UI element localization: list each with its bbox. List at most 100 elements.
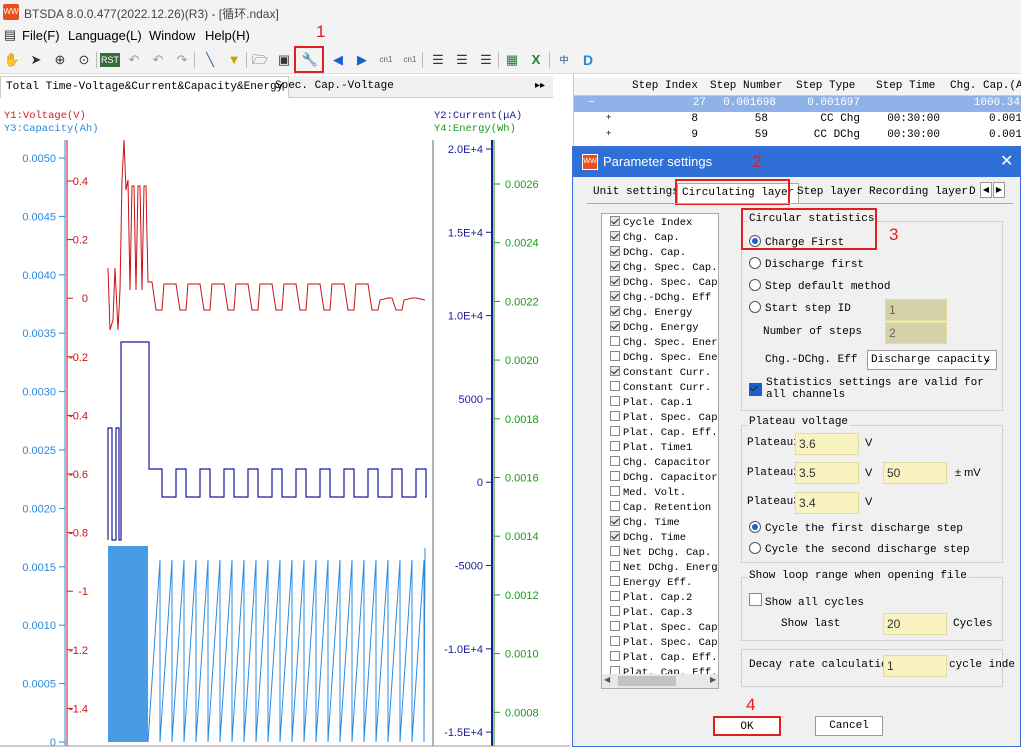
rst-icon[interactable]: RST [100, 53, 120, 67]
parameter-checkbox[interactable]: DChg. Capacitor [610, 471, 718, 486]
list-icon[interactable]: ☰ [476, 50, 496, 70]
pen-icon[interactable]: ╲ [200, 50, 220, 70]
parameter-checkbox[interactable]: Plat. Cap.1 [610, 396, 718, 411]
plateau3-input[interactable]: 3.4 [795, 492, 859, 514]
zoom-area-icon[interactable]: ⊙ [74, 50, 94, 70]
plateau2-mv-input[interactable]: 50 [883, 462, 947, 484]
close-icon[interactable]: ✕ [1000, 151, 1013, 171]
step-grid[interactable]: Step Index Step Number Step Type Step Ti… [573, 74, 1021, 147]
parameter-checkbox[interactable]: Med. Volt. [610, 486, 718, 501]
parameter-checkbox[interactable]: Plat. Spec. Cap.3 [610, 636, 718, 651]
filter-icon[interactable]: ▼ [224, 50, 244, 70]
parameter-checkbox[interactable]: DChg. Spec. Energy [610, 351, 718, 366]
tab-d[interactable]: D [965, 183, 980, 203]
num-steps-input[interactable]: 2 [885, 322, 947, 344]
tab-scroll-left[interactable]: ◀ [980, 182, 992, 198]
parameter-checkbox[interactable]: Plat. Spec. Cap.1 [610, 411, 718, 426]
all-channels-checkbox[interactable]: Statistics settings are valid for all ch… [749, 377, 989, 401]
table-row[interactable]: + 9 59 CC DChg 00:30:00 0.001 [574, 128, 1021, 144]
parameter-checkbox[interactable]: Plat. Time1 [610, 441, 718, 456]
parameter-checkbox[interactable]: Chg. Spec. Cap. [610, 261, 718, 276]
show-all-cycles-checkbox[interactable]: Show all cycles [749, 593, 864, 609]
parameter-checkbox[interactable]: Constant Curr. DChg [610, 381, 718, 396]
menu-language[interactable]: Language(L) [68, 28, 142, 43]
undo-icon[interactable]: ↶ [124, 50, 144, 70]
parameter-checkbox[interactable]: Chg. Cap. [610, 231, 718, 246]
radio-start-step-id[interactable]: Start step ID [749, 301, 851, 315]
arrow-left-icon[interactable]: ◀ [328, 50, 348, 70]
chart-area[interactable]: Y1:Voltage(V) Y3:Capacity(Ah) Y2:Current… [0, 98, 570, 747]
plateau1-input[interactable]: 3.6 [795, 433, 859, 455]
tab-step-layer[interactable]: Step layer [793, 183, 867, 203]
radio-cycle-first-discharge[interactable]: Cycle the first discharge step [749, 521, 963, 535]
table-row[interactable]: − 27 0.001698 0.001697 1000.34 [574, 96, 1021, 112]
parameter-checkbox[interactable]: Chg. Energy [610, 306, 718, 321]
cancel-button[interactable]: Cancel [815, 716, 883, 736]
decay-input[interactable]: 1 [883, 655, 947, 677]
parameter-checkbox[interactable]: DChg. Spec. Cap. [610, 276, 718, 291]
parameter-checkbox[interactable]: Plat. Cap. Eff.1 [610, 426, 718, 441]
menu-help[interactable]: Help(H) [205, 28, 250, 43]
excel-icon[interactable]: ▦ [502, 50, 522, 70]
col-step-time[interactable]: Step Time [876, 80, 944, 92]
parameter-checkbox[interactable]: Plat. Cap.2 [610, 591, 718, 606]
redo-icon[interactable]: ↷ [172, 50, 192, 70]
cn1-icon[interactable]: cn1 [376, 50, 396, 70]
table-row[interactable]: + 8 58 CC Chg 00:30:00 0.001 [574, 112, 1021, 128]
zoom-in-icon[interactable]: ⊕ [50, 50, 70, 70]
parameter-checkbox[interactable]: Plat. Cap. Eff.2 [610, 651, 718, 666]
undo-icon[interactable]: ↶ [148, 50, 168, 70]
hand-icon[interactable]: ✋ [2, 50, 22, 70]
parameter-checkbox[interactable]: DChg. Time [610, 531, 718, 546]
col-step-number[interactable]: Step Number [710, 80, 782, 92]
d-icon[interactable]: D [578, 50, 598, 70]
list-icon[interactable]: ☰ [452, 50, 472, 70]
chinese-icon[interactable]: 中 [554, 50, 574, 70]
menu-file[interactable]: File(F) [22, 28, 60, 43]
parameter-checkbox[interactable]: Energy Eff. [610, 576, 718, 591]
parameter-checkbox[interactable]: Chg. Spec. Energy [610, 336, 718, 351]
cn1-icon[interactable]: cn1 [400, 50, 420, 70]
parameter-checkbox[interactable]: Net DChg. Energy [610, 561, 718, 576]
parameter-list[interactable]: Cycle Index Chg. Cap. DChg. Cap. Chg. Spec.… [601, 213, 719, 689]
parameter-checkbox[interactable]: Plat. Cap.3 [610, 606, 718, 621]
arrow-right-icon[interactable]: ▶ [352, 50, 372, 70]
parameter-checkbox[interactable]: Chg. Time [610, 516, 718, 531]
tab-scroll-right[interactable]: ▶ [993, 182, 1005, 198]
radio-step-default[interactable]: Step default method [749, 279, 890, 293]
parameter-checkbox[interactable]: DChg. Cap. [610, 246, 718, 261]
col-chg-cap[interactable]: Chg. Cap.(Ah [950, 80, 1021, 92]
tab-unit-settings[interactable]: Unit settings [589, 183, 683, 203]
tabs-scroll-arrows[interactable]: ▸▸ [530, 76, 550, 98]
menu-window[interactable]: Window [149, 28, 195, 43]
save-icon[interactable]: ▣ [274, 50, 294, 70]
folder-open-icon[interactable]: 🗁 [250, 50, 270, 70]
tab-spec-cap[interactable]: Spec. Cap.-Voltage [270, 76, 399, 98]
eff-select[interactable]: Discharge capacity ⌄ [867, 350, 997, 370]
pointer-icon[interactable]: ➤ [26, 50, 46, 70]
radio-charge-first[interactable]: Charge First [749, 235, 844, 249]
ok-button[interactable]: OK [713, 716, 781, 736]
parameter-checkbox[interactable]: Cap. Retention [610, 501, 718, 516]
col-step-type[interactable]: Step Type [796, 80, 858, 92]
radio-cycle-second-discharge[interactable]: Cycle the second discharge step [749, 542, 970, 556]
parameter-checkbox[interactable]: Chg.-DChg. Eff [610, 291, 718, 306]
parameter-checkbox[interactable]: DChg. Energy [610, 321, 718, 336]
parameter-checkbox[interactable]: Plat. Spec. Cap.2 [610, 621, 718, 636]
decay-label: Decay rate calculation [749, 659, 895, 671]
start-step-id-input[interactable]: 1 [885, 299, 947, 321]
radio-discharge-first[interactable]: Discharge first [749, 257, 864, 271]
parameter-checkbox[interactable]: Constant Curr. Chg [610, 366, 718, 381]
tab-recording-layer[interactable]: Recording layer [865, 183, 972, 203]
parameter-checkbox[interactable]: Chg. Capacitor [610, 456, 718, 471]
excel-icon[interactable]: X [526, 50, 546, 70]
parameter-checkbox[interactable]: Cycle Index [610, 216, 718, 231]
doc-icon[interactable]: ▤ [0, 25, 20, 45]
list-icon[interactable]: ☰ [428, 50, 448, 70]
scrollbar-thumb-h[interactable] [618, 676, 676, 686]
parameter-checkbox[interactable]: Net DChg. Cap. [610, 546, 718, 561]
col-step-index[interactable]: Step Index [632, 80, 704, 92]
tab-total-time[interactable]: Total Time-Voltage&Current&Capacity&Ener… [0, 76, 290, 98]
show-last-input[interactable]: 20 [883, 613, 947, 635]
plateau2-input[interactable]: 3.5 [795, 462, 859, 484]
